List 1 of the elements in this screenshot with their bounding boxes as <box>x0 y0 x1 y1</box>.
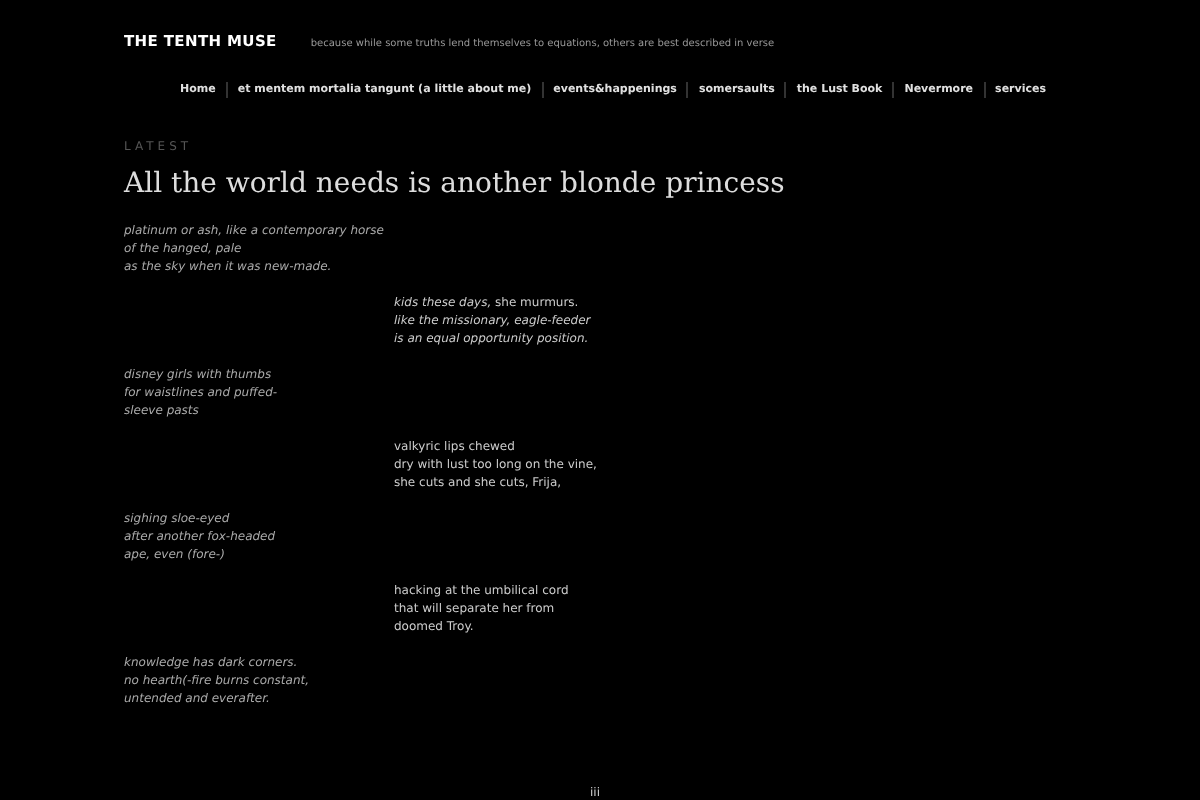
post-title[interactable]: All the world needs is another blonde princess <box>124 163 1076 206</box>
